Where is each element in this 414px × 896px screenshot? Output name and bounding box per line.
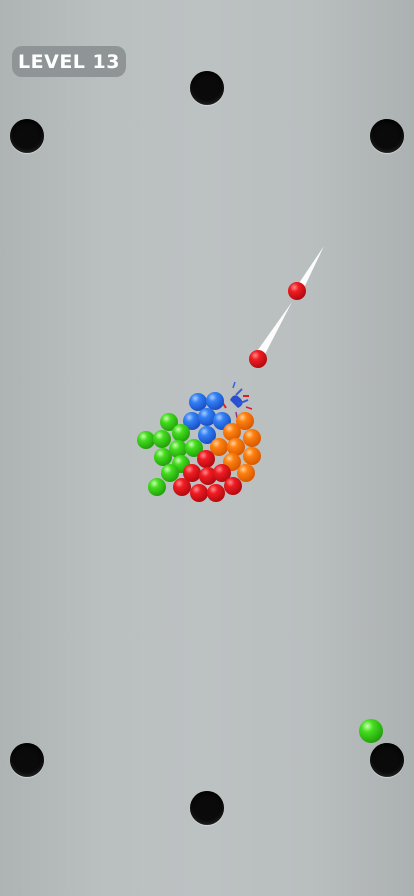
green-ball (161, 464, 179, 482)
red-ball (197, 450, 215, 468)
balls-layer (137, 246, 383, 743)
green-ball (169, 440, 187, 458)
moving-red-ball (288, 282, 306, 300)
blue-ball (189, 393, 207, 411)
red-ball (207, 484, 225, 502)
orange-ball (243, 447, 261, 465)
orange-ball (243, 429, 261, 447)
green-ball (153, 430, 171, 448)
blue-ball (206, 392, 224, 410)
moving-red-ball (249, 350, 267, 368)
green-ball (137, 431, 155, 449)
cue-ball[interactable] (359, 719, 383, 743)
green-ball (172, 424, 190, 442)
red-ball (190, 484, 208, 502)
red-ball (173, 478, 191, 496)
orange-ball (237, 464, 255, 482)
red-ball (224, 477, 242, 495)
game-board[interactable]: LEVEL 13 (0, 0, 414, 896)
green-ball (148, 478, 166, 496)
